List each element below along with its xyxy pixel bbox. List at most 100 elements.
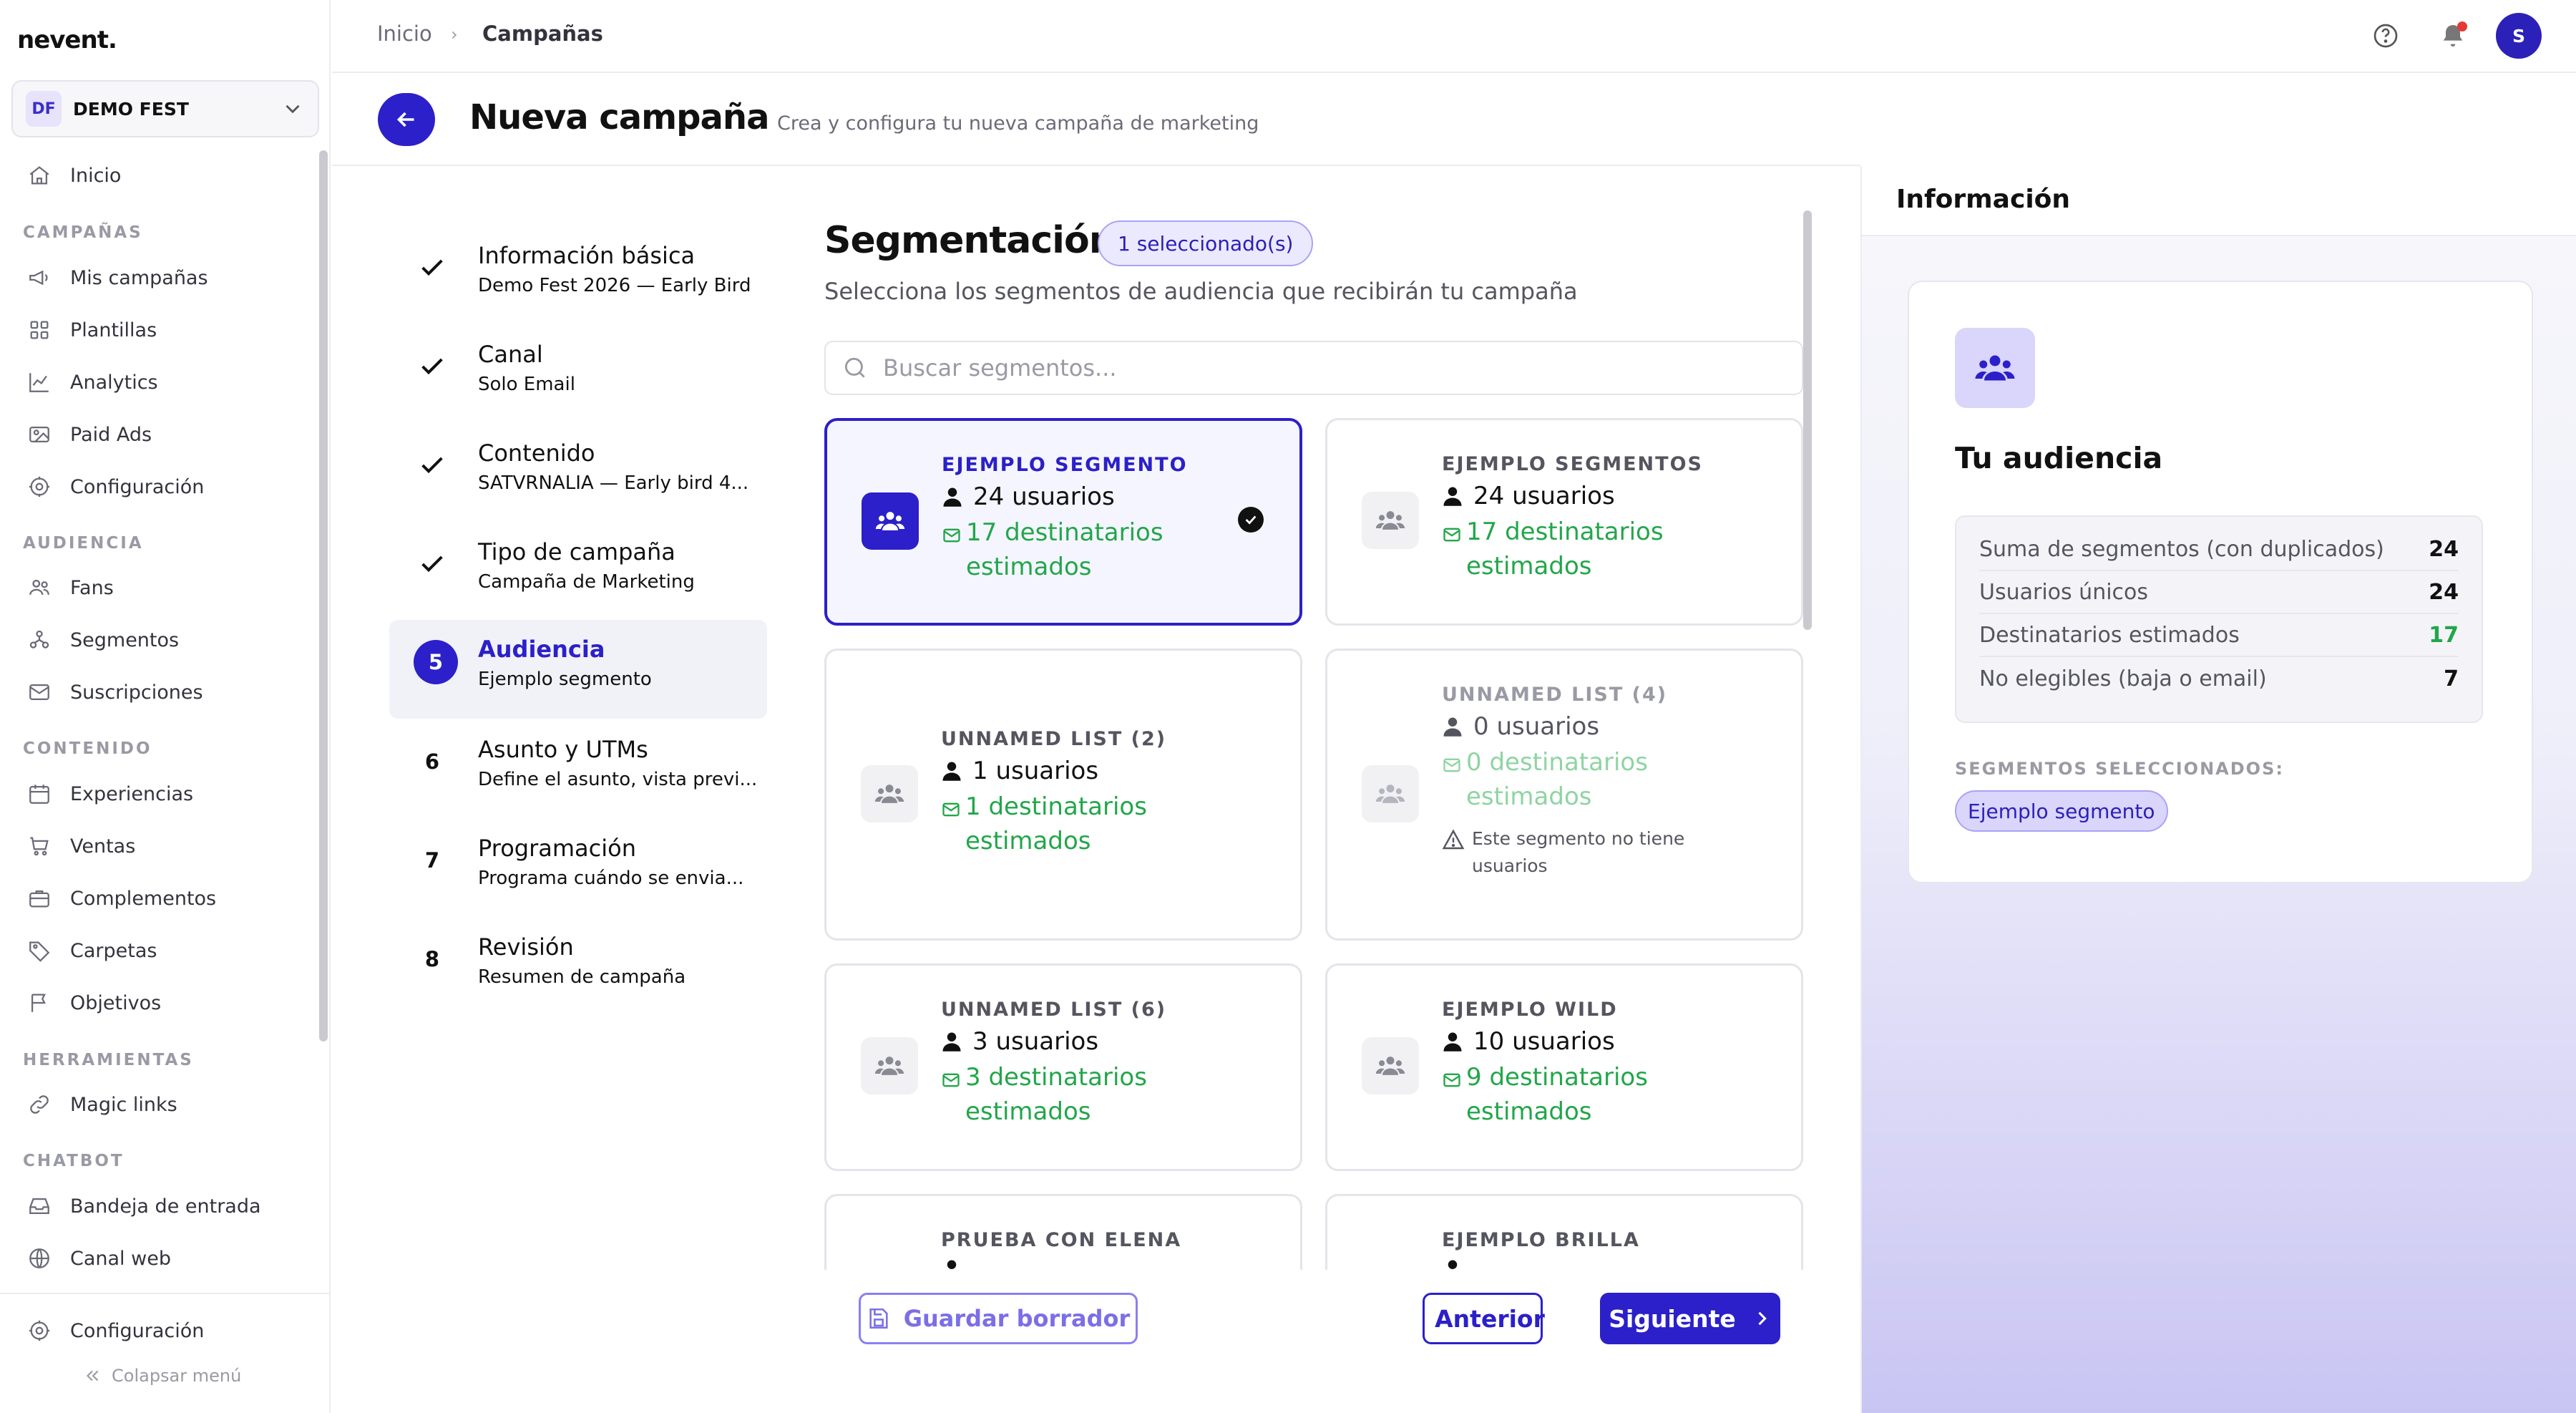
selected-segments-label: SEGMENTOS SELECCIONADOS:	[1955, 759, 2284, 779]
step-audiencia[interactable]: 5 Audiencia Ejemplo segmento	[389, 620, 767, 719]
user-icon	[1443, 717, 1462, 737]
segment-users	[1442, 1258, 1473, 1270]
sidebar-item-canal-web[interactable]: Canal web	[10, 1236, 311, 1281]
sidebar-item-mis-campanas[interactable]: Mis campañas	[10, 256, 311, 300]
step-tipo-campana[interactable]: Tipo de campaña Campaña de Marketing	[389, 523, 767, 621]
segment-card[interactable]: UNNAMED LIST (6) 3 usuarios 3 destinatar…	[824, 963, 1302, 1171]
inbox-icon	[29, 1198, 49, 1215]
segment-name: UNNAMED LIST (6)	[941, 999, 1167, 1021]
previous-button[interactable]: Anterior	[1423, 1293, 1545, 1344]
stat-label: No elegibles (baja o email)	[1979, 666, 2267, 691]
segment-recipients-count: 3 destinatarios	[965, 1063, 1147, 1092]
stat-row: Destinatarios estimados 17	[1979, 614, 2459, 657]
breadcrumb-home[interactable]: Inicio	[377, 21, 432, 46]
collapse-menu-button[interactable]: Colapsar menú	[83, 1366, 241, 1386]
segment-card[interactable]: EJEMPLO SEGMENTOS 24 usuarios 17 destina…	[1325, 418, 1803, 626]
step-subtitle: Demo Fest 2026 — Early Bird	[478, 275, 751, 296]
step-contenido[interactable]: Contenido SATVRNALIA — Early bird 4...	[389, 424, 767, 523]
segment-recipients-label: estimados	[965, 827, 1091, 855]
tag-icon	[29, 941, 50, 962]
segmentation-title: Segmentación	[824, 219, 1116, 262]
previous-label: Anterior	[1435, 1304, 1545, 1333]
sidebar-item-paid-ads[interactable]: Paid Ads	[10, 412, 311, 457]
step-title: Canal	[478, 341, 543, 368]
segment-search[interactable]: Buscar segmentos...	[824, 341, 1803, 395]
segment-users: 1 usuarios	[941, 757, 1098, 785]
save-draft-button[interactable]: Guardar borrador	[859, 1293, 1138, 1344]
org-switcher[interactable]: DF DEMO FEST	[11, 80, 319, 137]
sidebar-item-analytics[interactable]: Analytics	[10, 360, 311, 404]
chevrons-left-icon	[86, 1370, 99, 1382]
mail-icon	[942, 802, 960, 817]
stat-label: Suma de segmentos (con duplicados)	[1979, 536, 2384, 562]
sidebar-section-contenido: CONTENIDO	[23, 739, 152, 758]
sidebar-item-plantillas[interactable]: Plantillas	[10, 308, 311, 352]
step-title: Tipo de campaña	[478, 538, 675, 565]
sidebar-item-label: Configuración	[70, 475, 205, 498]
sidebar-item-objetivos[interactable]: Objetivos	[10, 981, 311, 1025]
step-revision[interactable]: 8 Revisión Resumen de campaña	[389, 918, 767, 1016]
warning-icon	[1442, 829, 1465, 850]
segment-card[interactable]: UNNAMED LIST (2) 1 usuarios 1 destinatar…	[824, 649, 1302, 941]
segment-name: PRUEBA CON ELENA	[941, 1229, 1182, 1251]
segment-card[interactable]: EJEMPLO WILD 10 usuarios 9 destinatarios…	[1325, 963, 1803, 1171]
step-title: Asunto y UTMs	[478, 736, 648, 763]
check-icon	[421, 457, 443, 474]
cart-icon	[30, 837, 49, 856]
warning-text-line1: Este segmento no tiene	[1472, 828, 1685, 849]
sidebar-item-bandeja[interactable]: Bandeja de entrada	[10, 1184, 311, 1228]
step-subtitle: Resumen de campaña	[478, 966, 686, 988]
sidebar-item-configuracion-campanas[interactable]: Configuración	[10, 465, 311, 509]
user-avatar[interactable]: S	[2496, 13, 2542, 59]
megaphone-icon	[29, 270, 48, 286]
step-number: 7	[424, 848, 440, 873]
segment-name: EJEMPLO BRILLA	[1442, 1229, 1640, 1251]
step-programacion[interactable]: 7 Programación Programa cuándo se envia.…	[389, 819, 767, 918]
segment-card[interactable]: EJEMPLO BRILLA	[1325, 1194, 1803, 1270]
segment-card[interactable]: PRUEBA CON ELENA	[824, 1194, 1302, 1270]
step-number: 6	[424, 749, 440, 774]
users-icon	[29, 579, 49, 596]
users-group-icon	[1955, 328, 2035, 408]
chevron-down-icon	[286, 105, 300, 114]
sidebar-item-label: Segmentos	[70, 628, 180, 651]
app-logo[interactable]: nevent.	[17, 26, 117, 54]
sidebar-item-ventas[interactable]: Ventas	[10, 824, 311, 868]
segment-users-count: 10 usuarios	[1473, 1027, 1615, 1056]
next-button[interactable]: Siguiente	[1600, 1293, 1780, 1344]
sidebar-item-suscripciones[interactable]: Suscripciones	[10, 670, 311, 714]
sidebar-item-carpetas[interactable]: Carpetas	[10, 928, 311, 973]
sidebar-item-label: Complementos	[70, 887, 217, 910]
segment-recipients: 3 destinatarios estimados	[941, 1060, 1147, 1129]
info-panel-title: Información	[1896, 185, 2071, 214]
step-subtitle: Solo Email	[478, 374, 575, 395]
segmentation-subtitle: Selecciona los segmentos de audiencia qu…	[824, 278, 1578, 305]
segment-card[interactable]: EJEMPLO SEGMENTO 24 usuarios 17 destinat…	[824, 418, 1302, 626]
header-divider	[332, 165, 1860, 166]
sidebar-item-experiencias[interactable]: Experiencias	[10, 772, 311, 816]
sidebar-item-magic-links[interactable]: Magic links	[10, 1082, 311, 1127]
sidebar-item-configuracion[interactable]: Configuración	[10, 1308, 311, 1353]
step-title: Revisión	[478, 933, 574, 961]
sidebar-item-complementos[interactable]: Complementos	[10, 876, 311, 921]
stat-label: Usuarios únicos	[1979, 579, 2149, 605]
stat-label: Destinatarios estimados	[1979, 622, 2240, 648]
segment-recipients-count: 1 destinatarios	[965, 792, 1147, 821]
segment-users-count: 24 usuarios	[1473, 482, 1615, 510]
sidebar-item-fans[interactable]: Fans	[10, 565, 311, 610]
audience-summary-card: Tu audiencia Suma de segmentos (con dupl…	[1908, 281, 2533, 883]
sidebar-item-inicio[interactable]: Inicio	[10, 153, 311, 198]
search-input[interactable]: Buscar segmentos...	[883, 354, 1117, 382]
segment-card[interactable]: UNNAMED LIST (4) 0 usuarios 0 destinatar…	[1325, 649, 1803, 941]
step-informacion-basica[interactable]: Información básica Demo Fest 2026 — Earl…	[389, 226, 767, 325]
sidebar-item-segmentos[interactable]: Segmentos	[10, 618, 311, 662]
help-icon[interactable]	[2371, 21, 2400, 50]
step-asunto-utms[interactable]: 6 Asunto y UTMs Define el asunto, vista …	[389, 720, 767, 819]
back-button[interactable]	[378, 93, 435, 146]
step-canal[interactable]: Canal Solo Email	[389, 325, 767, 424]
sidebar-item-label: Ventas	[70, 835, 136, 858]
mail-icon	[1443, 1073, 1460, 1087]
sidebar-scrollbar[interactable]	[319, 150, 328, 1041]
segment-recipients: 17 destinatarios estimados	[1442, 515, 1664, 583]
org-name: DEMO FEST	[73, 98, 189, 120]
